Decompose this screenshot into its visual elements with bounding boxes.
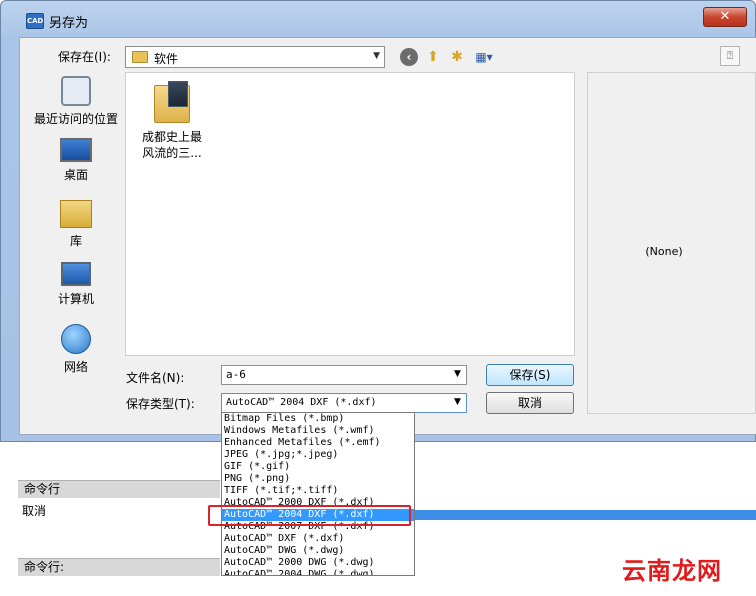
filetype-option[interactable]: GIF (*.gif)	[222, 461, 414, 473]
preview-pane: (None)	[587, 72, 756, 414]
views-menu-icon[interactable]: ▦▾	[472, 48, 496, 66]
watermark-logo: 云南龙网	[622, 557, 722, 585]
filetype-option[interactable]: JPEG (*.jpg;*.jpeg)	[222, 449, 414, 461]
place-label: 计算机	[57, 292, 94, 306]
place-label: 桌面	[63, 168, 88, 182]
filetype-option[interactable]: AutoCAD™ 2004 DWG (*.dwg)	[222, 569, 414, 575]
title-bar[interactable]: CAD 另存为 ✕	[1, 1, 756, 37]
filetype-option[interactable]: TIFF (*.tif;*.tiff)	[222, 485, 414, 497]
dialog-title: 另存为	[49, 16, 89, 31]
close-button[interactable]: ✕	[703, 7, 747, 27]
library-icon	[60, 200, 92, 228]
filetype-option[interactable]: Windows Metafiles (*.wmf)	[222, 425, 414, 437]
help-icon[interactable]: ⍰	[720, 46, 740, 66]
command-line-header: 命令行	[18, 480, 220, 498]
command-history-text: 取消	[22, 504, 47, 518]
filetype-select[interactable]: AutoCAD™ 2004 DXF (*.dxf)	[221, 393, 467, 413]
back-icon[interactable]: ‹	[400, 48, 418, 66]
computer-icon	[61, 262, 91, 286]
save-in-label: 保存在(I):	[58, 50, 111, 64]
file-list[interactable]: 成都史上最 风流的三...	[125, 72, 575, 356]
filetype-option[interactable]: Enhanced Metafiles (*.emf)	[222, 437, 414, 449]
filetype-option[interactable]: PNG (*.png)	[222, 473, 414, 485]
filename-field[interactable]: a-6	[221, 365, 467, 385]
new-folder-icon[interactable]: ✱	[448, 48, 466, 66]
place-library[interactable]: 库	[33, 200, 119, 249]
location-value: 软件	[154, 52, 179, 66]
filetype-label: 保存类型(T):	[126, 397, 195, 411]
folder-icon	[154, 79, 190, 123]
cad-app-icon: CAD	[26, 13, 44, 29]
filetype-option[interactable]: Bitmap Files (*.bmp)	[222, 413, 414, 425]
place-recent[interactable]: 最近访问的位置	[33, 76, 119, 127]
place-desktop[interactable]: 桌面	[33, 138, 119, 183]
filetype-option[interactable]: AutoCAD™ 2000 DWG (*.dwg)	[222, 557, 414, 569]
network-icon	[61, 324, 91, 354]
chevron-down-icon[interactable]: ▼	[454, 397, 461, 407]
place-label: 库	[69, 234, 82, 248]
chevron-down-icon[interactable]: ▼	[373, 51, 380, 61]
desktop-icon	[60, 138, 92, 162]
place-label: 最近访问的位置	[33, 112, 118, 126]
up-folder-icon[interactable]: ⬆	[424, 48, 442, 66]
file-item[interactable]: 成都史上最 风流的三...	[132, 79, 212, 161]
save-button[interactable]: 保存(S)	[486, 364, 574, 386]
folder-icon	[132, 51, 148, 63]
place-label: 网络	[63, 360, 88, 374]
preview-text: (None)	[645, 245, 683, 258]
place-network[interactable]: 网络	[33, 324, 119, 375]
filetype-option[interactable]: AutoCAD™ DXF (*.dxf)	[222, 533, 414, 545]
place-computer[interactable]: 计算机	[33, 262, 119, 307]
background-selection-strip	[413, 510, 756, 520]
filetype-option[interactable]: AutoCAD™ DWG (*.dwg)	[222, 545, 414, 557]
file-item-name: 成都史上最 风流的三...	[141, 130, 202, 160]
command-line-prompt[interactable]: 命令行:	[18, 558, 220, 576]
annotation-highlight-box	[208, 505, 411, 526]
cancel-button[interactable]: 取消	[486, 392, 574, 414]
recent-places-icon	[61, 76, 91, 106]
chevron-down-icon[interactable]: ▼	[454, 369, 461, 379]
location-dropdown[interactable]: 软件 ▼	[125, 46, 385, 68]
filetype-dropdown-list[interactable]: Bitmap Files (*.bmp) Windows Metafiles (*…	[221, 412, 415, 576]
filename-label: 文件名(N):	[126, 371, 185, 385]
